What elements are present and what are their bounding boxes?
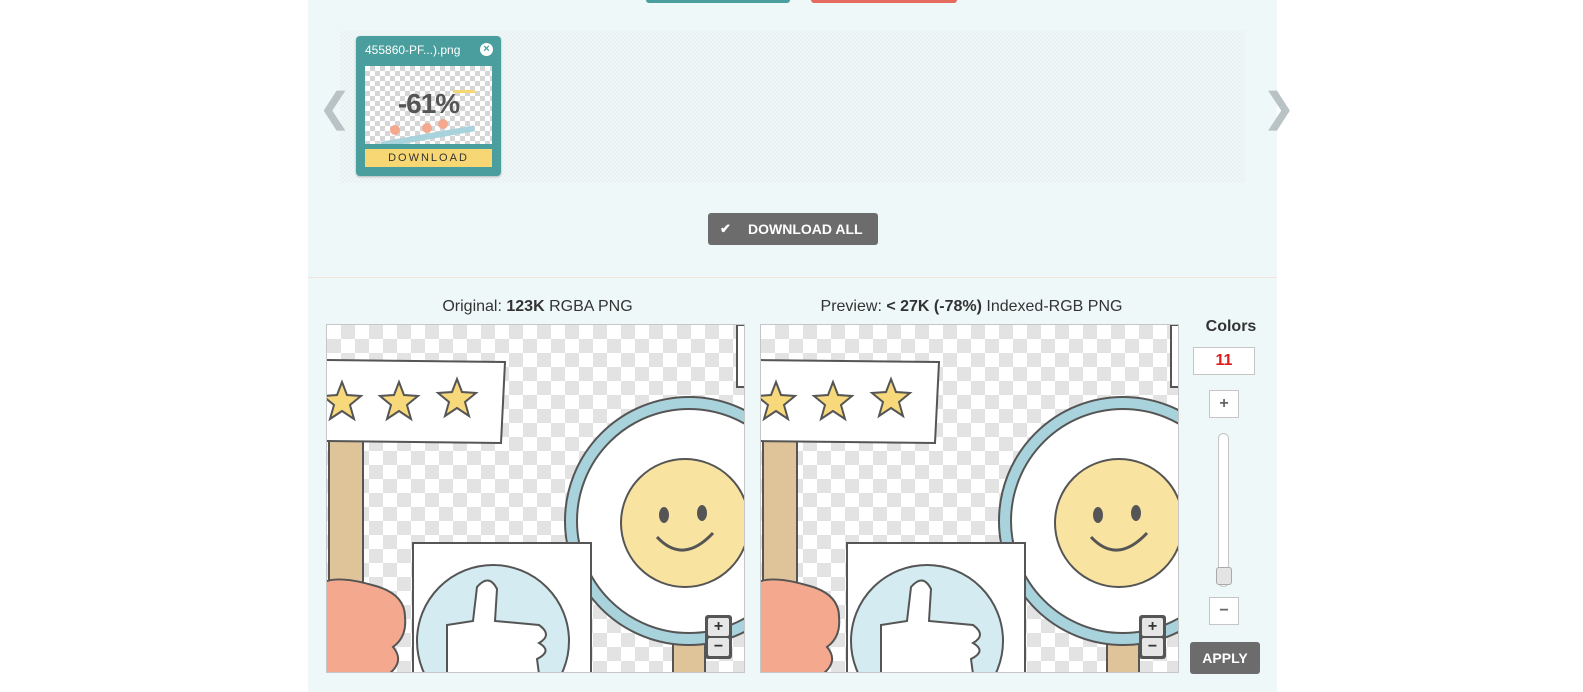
original-prefix: Original:	[442, 298, 502, 315]
download-all-label: DOWNLOAD ALL	[748, 221, 863, 237]
savings-percent: -61%	[397, 88, 460, 119]
zoom-controls: + −	[1139, 615, 1166, 659]
colors-input[interactable]	[1193, 347, 1255, 375]
original-image-view[interactable]: + −	[326, 324, 745, 673]
file-thumbnail: -61%	[365, 66, 492, 144]
apply-button[interactable]: APPLY	[1190, 642, 1260, 674]
preview-caption: Preview: < 27K (-78%) Indexed-RGB PNG	[762, 298, 1181, 316]
preview-format: Indexed-RGB PNG	[986, 298, 1123, 315]
file-card[interactable]: 455860-PF...).png × -61% DOWNLOAD	[356, 36, 501, 176]
preview-size: < 27K (-78%)	[886, 298, 982, 315]
preview-illustration	[761, 325, 1178, 672]
original-caption: Original: 123K RGBA PNG	[328, 298, 747, 316]
colors-label: Colors	[1205, 318, 1257, 335]
download-button[interactable]: DOWNLOAD	[365, 149, 492, 167]
check-icon: ✔	[720, 221, 731, 236]
close-icon[interactable]: ×	[480, 43, 493, 56]
colors-slider-handle[interactable]	[1216, 567, 1232, 585]
colors-slider[interactable]	[1218, 433, 1229, 587]
preview-image-view[interactable]: + −	[760, 324, 1179, 673]
original-size: 123K	[506, 298, 545, 315]
original-illustration	[327, 325, 744, 672]
decrease-colors-button[interactable]: −	[1209, 597, 1239, 625]
zoom-out-button[interactable]: −	[1142, 638, 1163, 656]
download-all-button[interactable]: ✔ DOWNLOAD ALL	[708, 213, 878, 245]
zoom-in-button[interactable]: +	[708, 618, 729, 636]
chevron-right-icon[interactable]: ❯	[1262, 88, 1296, 128]
increase-colors-button[interactable]: +	[1209, 390, 1239, 418]
chevron-left-icon[interactable]: ❮	[318, 88, 352, 128]
zoom-in-button[interactable]: +	[1142, 618, 1163, 636]
top-upload-button-edge[interactable]	[646, 0, 790, 3]
top-clear-button-edge[interactable]	[811, 0, 957, 3]
preview-prefix: Preview:	[820, 298, 882, 315]
file-name: 455860-PF...).png	[365, 43, 461, 57]
zoom-out-button[interactable]: −	[708, 638, 729, 656]
original-format: RGBA PNG	[549, 298, 633, 315]
zoom-controls: + −	[705, 615, 732, 659]
section-divider	[308, 277, 1277, 278]
